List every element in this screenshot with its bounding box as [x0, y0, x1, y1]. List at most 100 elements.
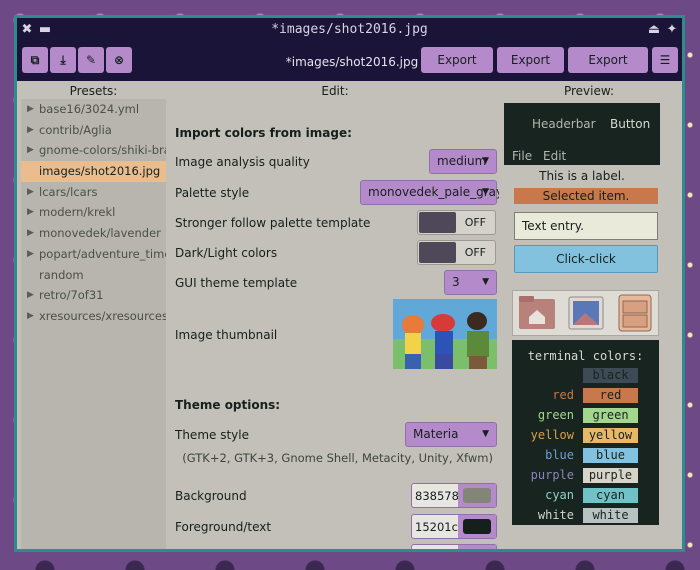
palette-dropdown[interactable]: monovedek_pale_gray ▼	[360, 180, 499, 205]
preset-label: xresources/xresources	[39, 308, 166, 323]
copy-icon: ⧉	[30, 53, 40, 67]
terminal-color-chip: cyan	[583, 488, 638, 503]
expand-arrow-icon[interactable]: ▶	[27, 223, 34, 244]
theme-style-hint: (GTK+2, GTK+3, Gnome Shell, Metacity, Un…	[182, 451, 493, 465]
preset-item[interactable]: images/shot2016.jpg	[21, 161, 166, 182]
preset-item[interactable]: ▶ contrib/Aglia	[21, 120, 166, 141]
preset-label: popart/adventure_time_1	[39, 246, 166, 261]
download-icon: ⤓	[60, 53, 66, 67]
preset-item[interactable]: ▶ modern/krekl	[21, 202, 166, 223]
theme-options-heading: Theme options:	[175, 398, 281, 412]
pin-icon[interactable]: ✦	[664, 22, 680, 38]
terminal-color-row: yellow yellow	[512, 428, 659, 446]
quality-dropdown[interactable]: medium ▼	[429, 149, 497, 174]
preset-label: gnome-colors/shiki-brave	[39, 143, 166, 158]
terminal-color-name: white	[537, 508, 574, 522]
terminal-color-row: cyan cyan	[512, 488, 659, 506]
color-swatch	[463, 488, 491, 503]
preset-item[interactable]: ▶ xresources/xresources	[21, 306, 166, 327]
terminal-color-name: green	[537, 408, 574, 422]
terminal-color-chip: blue	[583, 448, 638, 463]
export-icons-button[interactable]: Export icons	[497, 47, 564, 93]
expand-arrow-icon[interactable]: ▶	[27, 182, 34, 203]
image-thumbnail[interactable]	[393, 299, 497, 369]
preset-label: random	[39, 267, 84, 282]
preview-label: This is a label.	[539, 169, 625, 183]
chevron-down-icon: ▼	[482, 429, 489, 439]
expand-arrow-icon[interactable]: ▶	[27, 244, 34, 265]
import-heading: Import colors from image:	[175, 126, 352, 140]
stronger-toggle[interactable]: OFF	[417, 210, 496, 235]
gui-template-dropdown[interactable]: 3 ▼	[444, 270, 497, 295]
theme-style-dropdown[interactable]: Materia ▼	[405, 422, 497, 447]
darklight-toggle[interactable]: OFF	[417, 240, 496, 265]
color-swatch-button[interactable]	[458, 484, 496, 507]
headerbar: ⧉ ⤓ ✎ ⊗ *images/shot2016.jpg Export them…	[17, 42, 682, 93]
preset-item[interactable]: ▶ base16/3024.yml	[21, 99, 166, 120]
presets-list[interactable]: ▶ base16/3024.yml ▶ contrib/Aglia ▶ gnome-col…	[21, 99, 166, 549]
terminal-color-chip: black	[583, 368, 638, 383]
expand-arrow-icon[interactable]: ▶	[27, 202, 34, 223]
window-title: *images/shot2016.jpg	[271, 22, 428, 37]
terminal-color-chip: red	[583, 388, 638, 403]
terminal-color-chip: white	[583, 508, 638, 523]
preset-item[interactable]: ▶ lcars/lcars	[21, 182, 166, 203]
preset-item[interactable]: ▶ retro/7of31	[21, 285, 166, 306]
export-theme-button[interactable]: Export theme	[421, 47, 493, 93]
color-picker[interactable]: 15201c	[411, 514, 497, 539]
color-hex-input[interactable]: 838578	[415, 489, 459, 503]
toggle-state: OFF	[464, 216, 486, 229]
preset-label: base16/3024.yml	[39, 102, 140, 116]
quality-value: medium	[437, 154, 487, 168]
copy-button[interactable]: ⧉	[22, 47, 48, 73]
preset-item[interactable]: ▶ monovedek/lavender	[21, 223, 166, 244]
column-headers: Presets: Edit: Preview:	[17, 81, 682, 99]
color-swatch	[463, 519, 491, 534]
preview-terminal: terminal colors: black red red green green ye…	[512, 340, 659, 525]
preset-item[interactable]: ▶ popart/adventure_time_1	[21, 244, 166, 265]
color-picker[interactable]: 15201c	[411, 544, 497, 549]
export-terminal-button[interactable]: Export terminal	[568, 47, 648, 93]
gui-template-value: 3	[452, 275, 460, 289]
terminal-color-row: purple purple	[512, 468, 659, 486]
preview-button-label: Button	[610, 117, 651, 131]
expand-arrow-icon[interactable]: ▶	[27, 306, 34, 327]
preset-item[interactable]: ▶ gnome-colors/shiki-brave	[21, 140, 166, 161]
maximize-icon[interactable]: ⏏	[646, 22, 662, 38]
expand-arrow-icon[interactable]: ▶	[27, 99, 34, 120]
toggle-knob	[419, 212, 456, 233]
preview-menu-file: File	[512, 149, 533, 163]
preset-label: images/shot2016.jpg	[39, 164, 161, 179]
terminal-title: terminal colors:	[527, 349, 644, 363]
preview-text-entry: Text entry.	[514, 212, 658, 240]
expand-arrow-icon[interactable]: ▶	[27, 140, 34, 161]
remove-button[interactable]: ⊗	[106, 47, 132, 73]
cabinet-icon	[618, 294, 652, 332]
chevron-down-icon: ▼	[482, 187, 489, 197]
preset-label: modern/krekl	[39, 205, 116, 220]
terminal-color-chip: green	[583, 408, 638, 423]
terminal-color-row: white white	[512, 508, 659, 526]
preview-headerbar-label: Headerbar	[532, 117, 596, 131]
save-button[interactable]: ⤓	[50, 47, 76, 73]
preset-label: lcars/lcars	[39, 184, 98, 199]
color-swatch-button[interactable]	[458, 515, 496, 538]
theme-style-value: Materia	[413, 427, 459, 441]
expand-arrow-icon[interactable]: ▶	[27, 120, 34, 141]
expand-arrow-icon[interactable]: ▶	[27, 285, 34, 306]
rename-button[interactable]: ✎	[78, 47, 104, 73]
app-window: ✖ ▬ *images/shot2016.jpg ⏏ ✦ ⧉ ⤓ ✎ ⊗ *im…	[14, 15, 685, 552]
preview-icons	[512, 290, 659, 336]
preset-item[interactable]: random	[21, 265, 166, 286]
preset-label: retro/7of31	[39, 288, 104, 303]
preview-selected-item: Selected item.	[514, 188, 658, 204]
terminal-color-row: red red	[512, 388, 659, 406]
color-swatch-button[interactable]	[458, 545, 496, 549]
titlebar: ✖ ▬ *images/shot2016.jpg ⏏ ✦	[17, 18, 682, 42]
preview-menu-edit: Edit	[543, 149, 567, 163]
edit-panel[interactable]: Import colors from image: Image analysis…	[171, 99, 499, 549]
color-picker[interactable]: 838578	[411, 483, 497, 508]
color-hex-input[interactable]: 15201c	[415, 520, 458, 534]
edit-icon: ✎	[85, 53, 97, 67]
menu-button[interactable]: ☰	[652, 47, 678, 73]
